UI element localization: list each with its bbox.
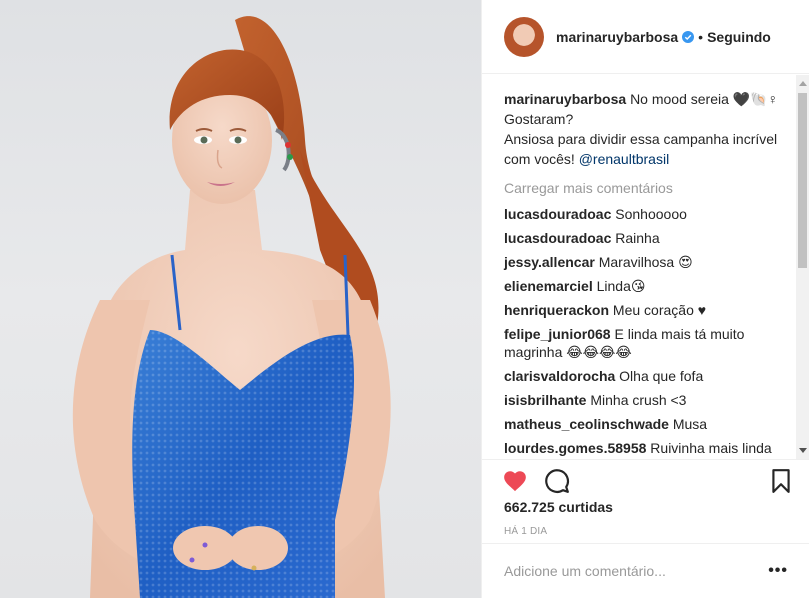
post-caption: marinaruybarbosa No mood sereia 🖤🐚♀ Gost… (504, 89, 788, 169)
comment-username[interactable]: clarisvaldorocha (504, 368, 615, 384)
header-username[interactable]: marinaruybarbosa (556, 29, 678, 45)
comment-text: Olha que fofa (619, 368, 704, 384)
comment-username[interactable]: isisbrilhante (504, 392, 586, 408)
comment-text: Maravilhosa 😍 (598, 254, 693, 270)
comment-text: Minha crush <3 (590, 392, 687, 408)
verified-badge-icon (682, 30, 695, 43)
caption-mention[interactable]: @renaultbrasil (579, 151, 669, 167)
comment-item: lucasdouradoac Sonhooooo (504, 205, 788, 223)
comment-item: clarisvaldorocha Olha que fofa (504, 367, 788, 385)
caption-username[interactable]: marinaruybarbosa (504, 91, 626, 107)
bookmark-icon[interactable] (768, 468, 794, 494)
comment-item: lucasdouradoac Rainha (504, 229, 788, 247)
avatar[interactable] (504, 16, 544, 57)
comment-item: jessy.allencar Maravilhosa 😍 (504, 253, 788, 271)
comment-username[interactable]: henriquerackon (504, 302, 609, 318)
comment-username[interactable]: lucasdouradoac (504, 206, 611, 222)
comment-username[interactable]: jessy.allencar (504, 254, 595, 270)
post-side-panel: marinaruybarbosa • Seguindo marinaruybar… (481, 0, 809, 598)
photo-illustration (72, 16, 391, 598)
comment-text: Rainha (615, 230, 660, 246)
comment-item: henriquerackon Meu coração ♥ (504, 301, 788, 319)
header-separator: • (698, 28, 704, 45)
heart-filled-icon[interactable] (502, 468, 528, 494)
comment-username[interactable]: lourdes.gomes.58958 (504, 440, 646, 456)
post-photo[interactable] (0, 0, 481, 598)
comment-item: lourdes.gomes.58958 Ruivinha mais linda … (504, 439, 788, 459)
comment-item: matheus_ceolinschwade Musa (504, 415, 788, 433)
comment-item: elienemarciel Linda😘 (504, 277, 788, 295)
comment-username[interactable]: elienemarciel (504, 278, 593, 294)
add-comment-bar: ••• (482, 543, 809, 598)
add-comment-input[interactable] (504, 563, 769, 579)
comments-scrollbar[interactable] (796, 75, 809, 459)
scroll-down-arrow-icon[interactable] (799, 448, 807, 453)
more-options-button[interactable]: ••• (768, 562, 788, 580)
comment-item: felipe_junior068 E linda mais tá muito m… (504, 325, 788, 361)
comment-text: Meu coração ♥ (612, 302, 707, 318)
comment-username[interactable]: matheus_ceolinschwade (504, 416, 669, 432)
comment-text: Sonhooooo (615, 206, 687, 222)
comment-item: isisbrilhante Minha crush <3 (504, 391, 788, 409)
following-button[interactable]: Seguindo (707, 29, 771, 45)
load-more-comments[interactable]: Carregar mais comentários (504, 179, 788, 197)
likes-count[interactable]: 662.725 curtidas (504, 499, 613, 515)
caption-line2: Gostaram? (504, 111, 574, 127)
scroll-up-arrow-icon[interactable] (799, 81, 807, 86)
comments-list: marinaruybarbosa No mood sereia 🖤🐚♀ Gost… (482, 75, 809, 459)
comment-icon[interactable] (544, 468, 570, 494)
comment-text: Musa (672, 416, 708, 432)
scroll-thumb[interactable] (798, 93, 807, 268)
caption-line1: No mood sereia 🖤🐚♀ (630, 91, 779, 107)
post-header: marinaruybarbosa • Seguindo (482, 0, 809, 74)
comment-text: Linda😘 (596, 278, 646, 294)
comment-username[interactable]: felipe_junior068 (504, 326, 611, 342)
post-timestamp[interactable]: HÁ 1 DIA (504, 526, 547, 537)
comment-username[interactable]: lucasdouradoac (504, 230, 611, 246)
post-actions (482, 459, 809, 497)
